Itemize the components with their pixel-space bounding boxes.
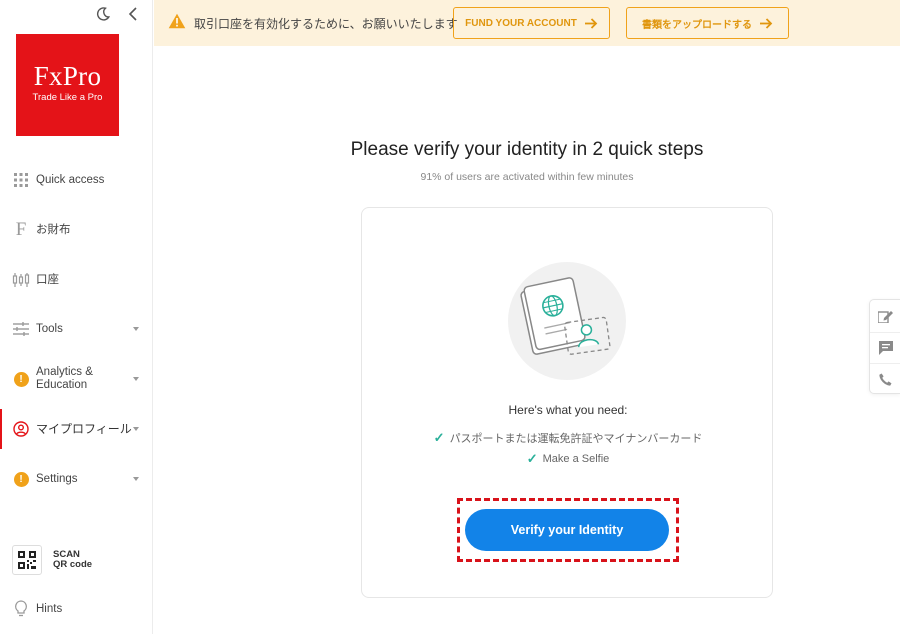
sliders-icon	[12, 320, 30, 338]
sidebar-item-accounts[interactable]: 口座	[0, 260, 153, 300]
activation-banner: 取引口座を有効化するために、お願いいたします FUND YOUR ACCOUNT…	[154, 0, 900, 46]
verify-identity-button[interactable]: Verify your Identity	[465, 509, 669, 551]
warning-triangle-icon	[168, 13, 186, 34]
sidebar-item-quick-access[interactable]: Quick access	[0, 160, 153, 200]
sidebar-item-label: 口座	[36, 273, 59, 286]
sidebar-item-label: Analytics & Education	[36, 366, 93, 392]
requirement-item-selfie: ✓ Make a Selfie	[362, 451, 774, 467]
scan-qr-label: SCAN QR code	[53, 550, 92, 570]
checkmark-icon: ✓	[433, 430, 445, 445]
lightbulb-icon	[12, 600, 30, 618]
logo-wordmark: FxPro	[33, 61, 102, 91]
chevron-down-icon	[133, 377, 139, 381]
requirement-label: Make a Selfie	[542, 453, 610, 465]
sidebar: FxPro Trade Like a Pro Quick access F お財…	[0, 0, 153, 634]
grid-icon	[12, 171, 30, 189]
requirement-label: パスポートまたは運転免許証やマイナンバーカード	[449, 433, 703, 445]
chevron-down-icon	[133, 427, 139, 431]
sidebar-item-label: Tools	[36, 322, 63, 335]
requirement-item-id-document: ✓ パスポートまたは運転免許証やマイナンバーカード	[362, 430, 774, 446]
sidebar-item-wallet[interactable]: F お財布	[0, 210, 153, 250]
page-subtitle: 91% of users are activated within few mi…	[420, 171, 634, 183]
floating-support-tools	[869, 299, 900, 394]
upload-documents-button[interactable]: 書類をアップロードする	[626, 7, 789, 39]
app-root: FxPro Trade Like a Pro Quick access F お財…	[0, 0, 900, 634]
sidebar-item-tools[interactable]: Tools	[0, 309, 153, 349]
arrow-right-icon	[760, 17, 773, 29]
scan-qr-code[interactable]: SCAN QR code	[12, 545, 92, 575]
sidebar-top-controls	[94, 4, 142, 24]
fund-your-account-label: FUND YOUR ACCOUNT	[465, 17, 577, 29]
sidebar-item-label-line1: Analytics &	[36, 366, 93, 378]
chevron-down-icon	[133, 327, 139, 331]
arrow-right-icon	[584, 17, 598, 29]
qr-code-label: QR code	[53, 559, 93, 570]
candlestick-icon	[12, 271, 30, 289]
warning-icon: !	[12, 370, 30, 388]
sidebar-item-analytics-education[interactable]: ! Analytics & Education	[0, 359, 153, 399]
user-circle-icon	[12, 420, 30, 438]
sidebar-item-label-line2: Education	[36, 379, 88, 391]
banner-message: 取引口座を有効化するために、お願いいたします	[194, 17, 458, 31]
sidebar-item-label: Hints	[36, 602, 63, 615]
collapse-sidebar-chevron-icon[interactable]	[124, 4, 142, 24]
sidebar-item-my-profile[interactable]: マイプロフィール	[0, 409, 153, 449]
sidebar-item-label: マイプロフィール	[36, 421, 132, 436]
passport-selfie-illustration-icon	[508, 262, 626, 380]
feedback-edit-icon[interactable]	[870, 300, 900, 331]
fxpro-logo[interactable]: FxPro Trade Like a Pro	[16, 34, 119, 136]
logo-tagline: Trade Like a Pro	[32, 92, 103, 103]
chat-icon[interactable]	[870, 332, 900, 363]
sidebar-item-label: Settings	[36, 472, 78, 485]
fund-your-account-button[interactable]: FUND YOUR ACCOUNT	[453, 7, 610, 39]
wallet-f-icon: F	[15, 219, 27, 240]
requirements-heading: Here's what you need:	[508, 403, 628, 417]
checkmark-icon: ✓	[526, 451, 538, 466]
phone-icon[interactable]	[870, 363, 900, 394]
sidebar-item-settings[interactable]: ! Settings	[0, 459, 153, 499]
warning-icon: !	[12, 470, 30, 488]
sidebar-item-hints[interactable]: Hints	[0, 589, 153, 629]
verification-card: Here's what you need: ✓ パスポートまたは運転免許証やマイ…	[361, 207, 773, 598]
page-title: Please verify your identity in 2 quick s…	[350, 139, 704, 160]
chevron-down-icon	[133, 477, 139, 481]
qr-code-icon	[12, 545, 42, 575]
sidebar-item-label: お財布	[36, 223, 71, 236]
sidebar-item-label: Quick access	[36, 173, 105, 186]
dark-mode-moon-icon[interactable]	[94, 4, 112, 24]
upload-documents-label: 書類をアップロードする	[642, 19, 752, 31]
